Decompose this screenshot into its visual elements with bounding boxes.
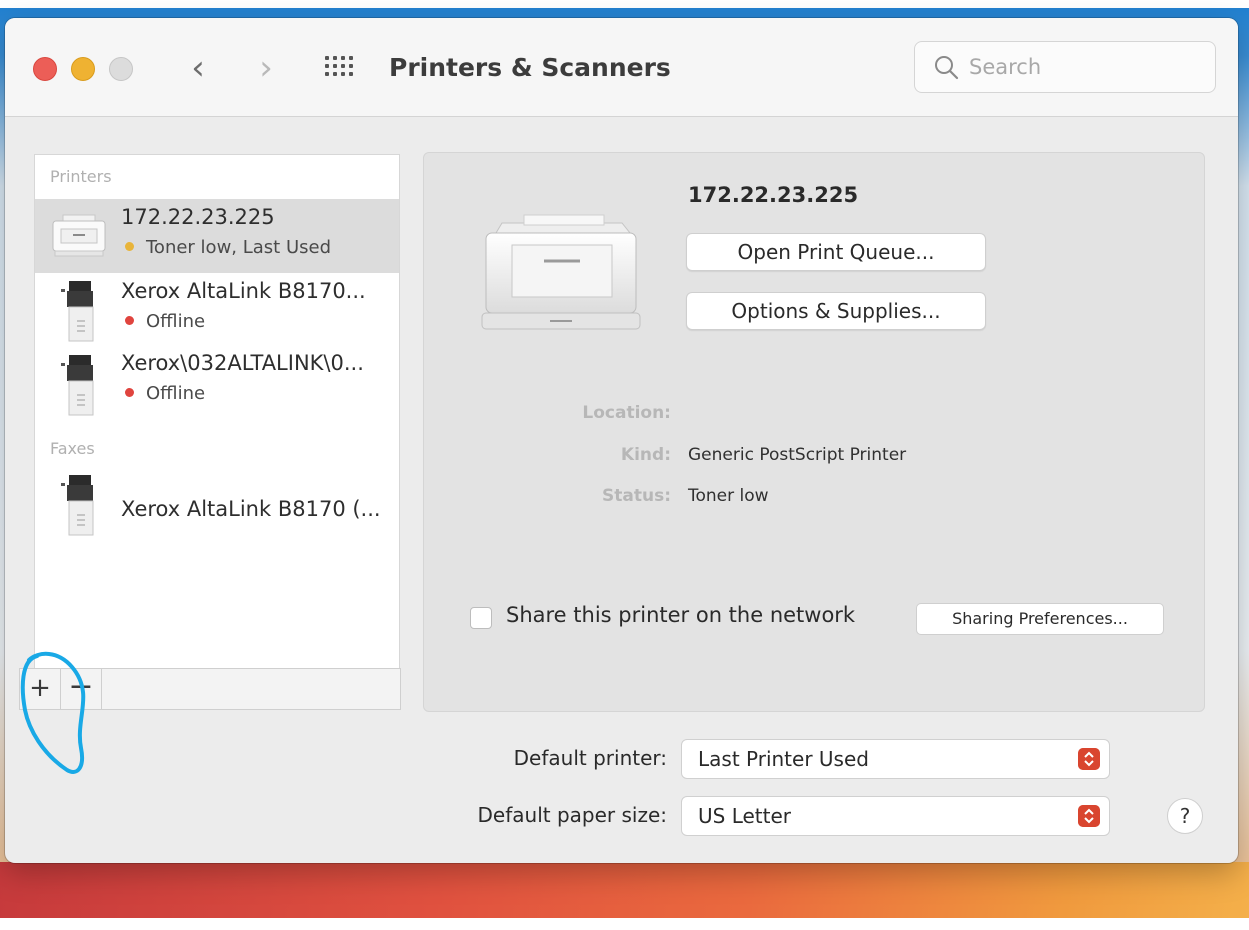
fax-printer-icon (61, 475, 94, 536)
printer-list-item[interactable]: Xerox\032ALTALINK\0... Offline (35, 347, 399, 421)
share-printer-checkbox[interactable] (470, 607, 492, 629)
default-paper-size-select[interactable]: US Letter (681, 796, 1110, 836)
fax-list-item[interactable]: Xerox AltaLink B8170 (... (35, 467, 399, 541)
status-value: Toner low (688, 486, 769, 506)
window-title: Printers & Scanners (389, 53, 671, 82)
close-window-button[interactable] (33, 57, 57, 81)
printer-name: Xerox AltaLink B8170... (121, 279, 366, 303)
status-label: Status: (602, 486, 671, 506)
printer-status-text: Toner low, Last Used (146, 237, 332, 258)
selected-printer-name: 172.22.23.225 (688, 183, 859, 207)
chevron-right-icon[interactable]: › (251, 50, 281, 86)
status-dot-icon (125, 387, 134, 397)
printer-status-text: Offline (146, 383, 206, 404)
printer-name: Xerox\032ALTALINK\0... (121, 351, 364, 375)
printer-list: Printers 172.22.23.225 Toner low, Last U… (34, 154, 400, 670)
fax-name: Xerox AltaLink B8170 (... (121, 497, 381, 521)
laser-printer-icon (52, 214, 106, 257)
sharing-preferences-button[interactable]: Sharing Preferences... (916, 603, 1164, 635)
printer-name: 172.22.23.225 (121, 205, 275, 229)
default-printer-label: Default printer: (513, 746, 667, 770)
default-printer-value: Last Printer Used (698, 747, 869, 771)
search-icon (935, 56, 959, 80)
status-dot-icon (125, 315, 134, 325)
printer-status: Offline (125, 383, 205, 404)
show-all-grid-icon[interactable] (325, 56, 357, 80)
zoom-window-button[interactable] (109, 57, 133, 81)
screen-bottom-edge (0, 918, 1249, 930)
updown-chevron-icon (1078, 748, 1100, 770)
printer-list-item[interactable]: 172.22.23.225 Toner low, Last Used (35, 199, 399, 273)
chevron-left-icon[interactable]: ‹ (183, 50, 213, 86)
printer-detail-panel: 172.22.23.225 Open Print Queue... Option… (423, 152, 1205, 712)
default-paper-size-value: US Letter (698, 804, 791, 828)
multifunction-printer-icon (61, 355, 94, 416)
printer-large-icon (481, 214, 641, 330)
default-paper-size-label: Default paper size: (477, 803, 667, 827)
printer-status: Offline (125, 311, 205, 332)
printer-list-item[interactable]: Xerox AltaLink B8170... Offline (35, 273, 399, 347)
updown-chevron-icon (1078, 805, 1100, 827)
faxes-section-header: Faxes (50, 439, 95, 458)
help-button[interactable]: ? (1167, 798, 1203, 834)
open-print-queue-button[interactable]: Open Print Queue... (686, 233, 986, 271)
search-placeholder: Search (969, 55, 1042, 79)
options-supplies-button[interactable]: Options & Supplies... (686, 292, 986, 330)
screen-top-edge (0, 0, 1249, 8)
minimize-window-button[interactable] (71, 57, 95, 81)
window-toolbar: ‹ › Printers & Scanners Search (5, 18, 1238, 117)
share-printer-label[interactable]: Share this printer on the network (506, 603, 855, 627)
kind-label: Kind: (620, 445, 671, 465)
status-dot-icon (125, 241, 134, 251)
default-printer-select[interactable]: Last Printer Used (681, 739, 1110, 779)
location-label: Location: (582, 403, 671, 423)
multifunction-printer-icon (61, 281, 94, 342)
printers-scanners-window: ‹ › Printers & Scanners Search Printers (5, 18, 1238, 863)
printers-section-header: Printers (50, 167, 112, 186)
search-input[interactable]: Search (914, 41, 1216, 93)
annotation-circle (20, 651, 86, 774)
printer-status: Toner low, Last Used (125, 237, 331, 258)
kind-value: Generic PostScript Printer (688, 445, 907, 465)
printer-status-text: Offline (146, 311, 206, 332)
